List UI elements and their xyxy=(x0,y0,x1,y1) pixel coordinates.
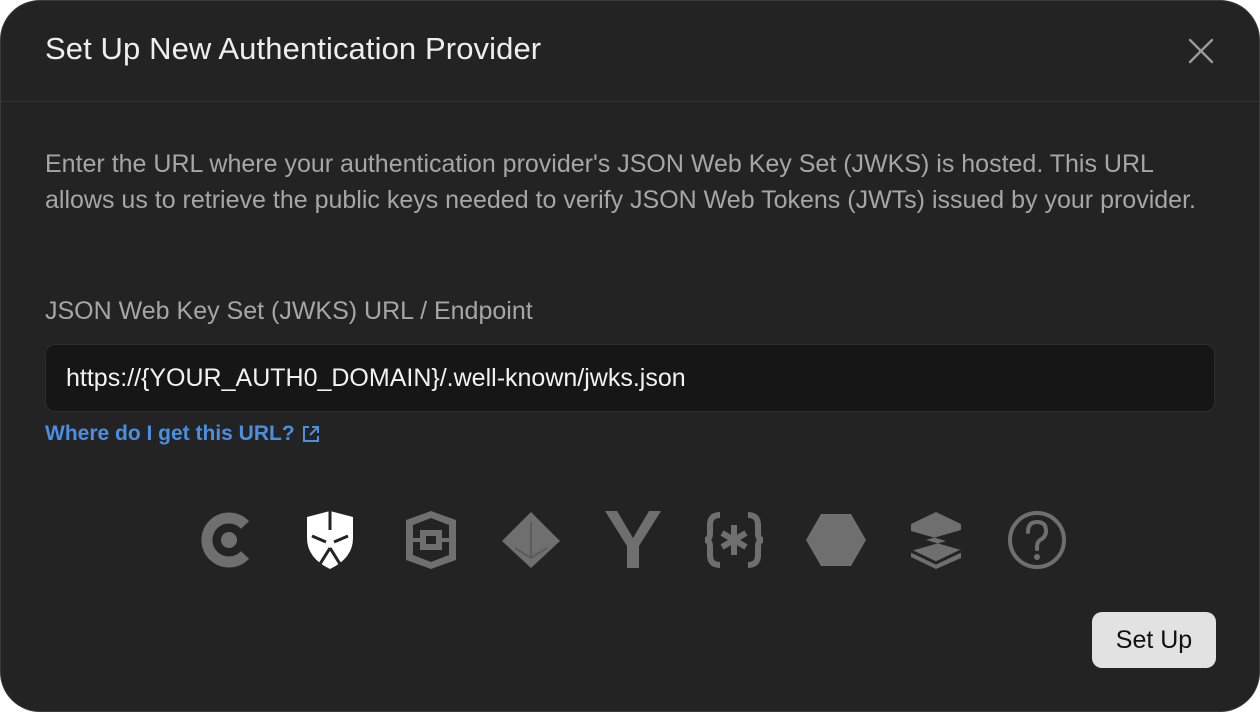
provider-clerk[interactable] xyxy=(197,508,261,572)
close-button[interactable] xyxy=(1183,33,1219,69)
aws-cognito-icon xyxy=(406,511,456,569)
jwks-url-label: JSON Web Key Set (JWKS) URL / Endpoint xyxy=(45,297,533,325)
provider-other[interactable] xyxy=(1005,508,1069,572)
provider-hexagon[interactable] xyxy=(804,508,868,572)
provider-braces[interactable] xyxy=(702,508,766,572)
dialog-header: Set Up New Authentication Provider xyxy=(1,1,1259,102)
provider-stacked-s[interactable] xyxy=(904,508,968,572)
auth0-shield-icon xyxy=(307,511,353,569)
question-circle-icon xyxy=(1008,511,1066,569)
setup-auth-provider-dialog: Set Up New Authentication Provider Enter… xyxy=(0,0,1260,712)
external-link-icon xyxy=(302,426,319,442)
dialog-description: Enter the URL where your authentication … xyxy=(45,150,1196,214)
y-logo-icon xyxy=(605,511,661,568)
setup-button[interactable]: Set Up xyxy=(1092,612,1216,668)
hexagon-icon xyxy=(806,514,866,566)
close-icon xyxy=(1188,38,1214,64)
asterisk-braces-icon xyxy=(704,512,764,568)
provider-icon-row xyxy=(197,508,1067,572)
where-get-url-link-label: Where do I get this URL? xyxy=(45,422,295,445)
jwks-url-input[interactable] xyxy=(45,344,1215,412)
clerk-icon xyxy=(201,512,250,568)
provider-auth0[interactable] xyxy=(298,508,362,572)
provider-cognito[interactable] xyxy=(399,508,463,572)
provider-y[interactable] xyxy=(601,508,665,572)
firebase-diamond-icon xyxy=(502,512,560,568)
provider-diamond[interactable] xyxy=(499,508,563,572)
where-get-url-link[interactable]: Where do I get this URL? xyxy=(45,422,321,446)
dialog-title: Set Up New Authentication Provider xyxy=(45,31,542,66)
stacked-s-icon xyxy=(910,512,962,569)
